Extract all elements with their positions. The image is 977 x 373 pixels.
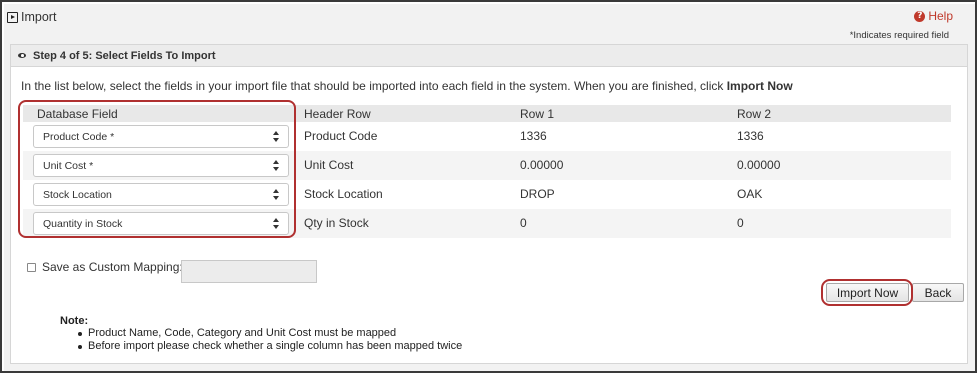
row1-cell: DROP bbox=[520, 187, 555, 201]
title-bar: Import ? Help *Indicates required field bbox=[4, 4, 975, 44]
header-row-cell: Product Code bbox=[304, 129, 378, 143]
row1-cell: 0.00000 bbox=[520, 158, 564, 172]
row2-cell: 1336 bbox=[737, 129, 764, 143]
back-button[interactable]: Back bbox=[912, 283, 964, 302]
help-link[interactable]: ? Help bbox=[914, 9, 953, 23]
row1-cell: 1336 bbox=[520, 129, 547, 143]
note-list: Product Name, Code, Category and Unit Co… bbox=[78, 327, 462, 353]
import-now-highlight bbox=[821, 279, 913, 306]
row2-cell: 0.00000 bbox=[737, 158, 781, 172]
note-section: Note: Product Name, Code, Category and U… bbox=[60, 315, 462, 353]
row2-cell: 0 bbox=[737, 216, 744, 230]
header-row-cell: Unit Cost bbox=[304, 158, 354, 172]
database-field-highlight bbox=[18, 100, 296, 238]
step-title: Step 4 of 5: Select Fields To Import bbox=[33, 50, 216, 62]
custom-mapping-name-input[interactable] bbox=[181, 260, 317, 283]
intro-text-main: In the list below, select the fields in … bbox=[21, 79, 727, 93]
panel-header: Step 4 of 5: Select Fields To Import bbox=[11, 45, 967, 67]
row1-cell: 0 bbox=[520, 216, 527, 230]
note-title: Note: bbox=[60, 315, 89, 327]
intro-text-bold: Import Now bbox=[726, 79, 793, 93]
required-field-note: *Indicates required field bbox=[849, 30, 949, 41]
note-item: Product Name, Code, Category and Unit Co… bbox=[78, 327, 462, 340]
col-row2: Row 2 bbox=[737, 107, 772, 121]
import-window: Import ? Help *Indicates required field … bbox=[0, 0, 977, 373]
col-row1: Row 1 bbox=[520, 107, 555, 121]
help-icon: ? bbox=[914, 10, 926, 22]
save-mapping-checkbox[interactable] bbox=[27, 262, 36, 272]
eye-icon bbox=[18, 53, 26, 58]
intro-text: In the list below, select the fields in … bbox=[21, 79, 793, 93]
collapse-icon[interactable] bbox=[7, 12, 18, 23]
save-mapping-label: Save as Custom Mapping: bbox=[42, 260, 183, 274]
note-item: Before import please check whether a sin… bbox=[78, 340, 462, 353]
col-header-row: Header Row bbox=[304, 107, 371, 121]
save-custom-mapping: Save as Custom Mapping: bbox=[27, 260, 183, 274]
help-label: Help bbox=[928, 9, 953, 23]
window-title: Import bbox=[21, 10, 57, 24]
row2-cell: OAK bbox=[737, 187, 763, 201]
window-body: Import ? Help *Indicates required field … bbox=[4, 4, 975, 371]
header-row-cell: Stock Location bbox=[304, 187, 383, 201]
header-row-cell: Qty in Stock bbox=[304, 216, 369, 230]
